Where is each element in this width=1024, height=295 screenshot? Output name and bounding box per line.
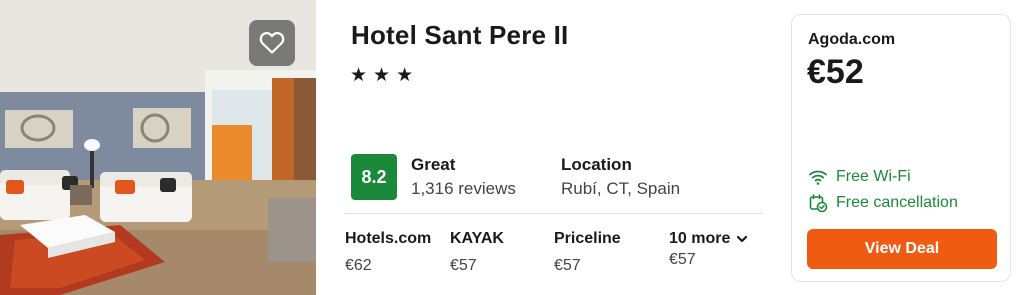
offer-price: €62 (345, 257, 372, 274)
offer-price: €57 (554, 257, 581, 274)
review-count[interactable]: 1,316 reviews (411, 179, 516, 199)
more-offers-label: 10 more (669, 230, 731, 248)
location-value[interactable]: Rubí, CT, Spain (561, 179, 680, 199)
amenity-wifi: Free Wi-Fi (808, 167, 911, 187)
best-deal-panel: Agoda.com €52 Free Wi-Fi Free cancellati… (791, 14, 1011, 282)
amenity-free-cancellation: Free cancellation (808, 193, 958, 213)
view-deal-button[interactable]: View Deal (807, 229, 997, 269)
cancellation-icon (808, 193, 828, 213)
hotel-result-card: Hotel Sant Pere II ★★★ 8.2 Great 1,316 r… (0, 0, 1024, 295)
deal-price: €52 (807, 53, 864, 91)
amenity-label: Free Wi-Fi (836, 168, 911, 185)
rating-label: Great (411, 155, 456, 174)
offer-priceline[interactable]: Priceline €57 (554, 230, 621, 275)
location-label: Location (561, 155, 632, 174)
amenity-label: Free cancellation (836, 194, 958, 211)
heart-icon (259, 31, 285, 55)
chevron-down-icon (736, 230, 748, 248)
offer-provider: KAYAK (450, 230, 504, 247)
hotel-name[interactable]: Hotel Sant Pere II (351, 20, 568, 51)
favorite-button[interactable] (249, 20, 295, 66)
star-rating: ★★★ (350, 65, 420, 86)
rating-score-badge: 8.2 (351, 154, 397, 200)
offer-provider: Priceline (554, 230, 621, 247)
offer-hotels-com[interactable]: Hotels.com €62 (345, 230, 431, 275)
wifi-icon (808, 167, 828, 187)
offer-kayak[interactable]: KAYAK €57 (450, 230, 504, 275)
more-offers-button[interactable]: 10 more €57 (669, 230, 748, 269)
offer-provider: Hotels.com (345, 230, 432, 247)
deal-provider: Agoda.com (808, 31, 896, 48)
offer-price: €57 (450, 257, 477, 274)
more-offers-price: €57 (669, 251, 696, 269)
divider (345, 213, 763, 214)
hotel-photo[interactable] (0, 0, 316, 295)
